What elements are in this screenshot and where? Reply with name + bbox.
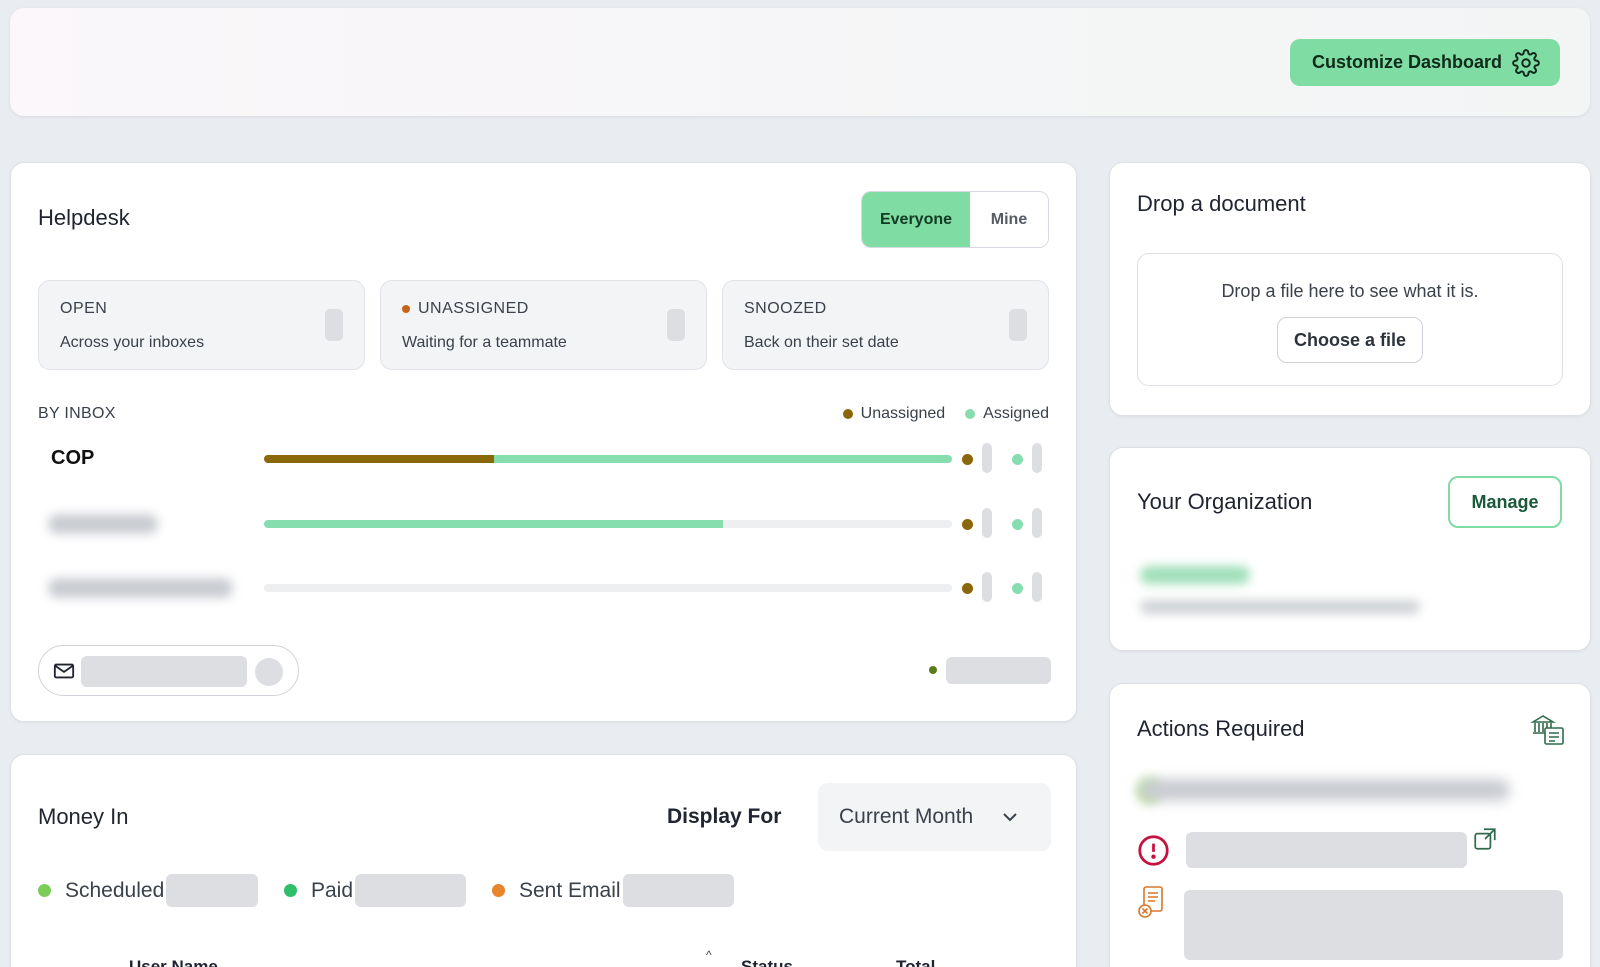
chip-text-redacted: [81, 656, 247, 687]
assigned-count: [1032, 443, 1042, 473]
customize-dashboard-button[interactable]: Customize Dashboard: [1289, 39, 1560, 86]
assigned-count: [1032, 508, 1042, 538]
inbox-row[interactable]: [38, 504, 1051, 544]
actions-required-title: Actions Required: [1137, 716, 1305, 741]
inbox-name: COP: [51, 447, 95, 469]
assigned-count: [1032, 572, 1042, 602]
inbox-bar-unassigned: [264, 455, 495, 463]
unassigned-count-dot: [962, 454, 973, 465]
organization-name-redacted: [1140, 566, 1250, 584]
paid-dot: [284, 884, 297, 897]
dashboard-header: Customize Dashboard: [10, 8, 1590, 116]
assigned-count-dot: [1012, 583, 1023, 594]
drop-document-title: Drop a document: [1137, 191, 1306, 216]
inbox-bar: [264, 455, 952, 463]
period-select-value: Current Month: [839, 805, 974, 828]
unassigned-count: [982, 508, 992, 538]
by-inbox-heading: BY INBOX: [38, 405, 116, 422]
organization-card: Your Organization Manage: [1109, 447, 1591, 651]
stat-open-sub: Across your inboxes: [60, 334, 205, 351]
unassigned-count-dot: [962, 519, 973, 530]
stat-snoozed-sub: Back on their set date: [744, 334, 899, 351]
toggle-mine[interactable]: Mine: [970, 192, 1048, 247]
money-in-title: Money In: [38, 804, 129, 829]
column-total[interactable]: Total: [896, 957, 935, 967]
footer-status-value: [946, 657, 1051, 684]
organization-details-redacted: [1140, 600, 1420, 614]
legend-assigned-label: Assigned: [983, 405, 1049, 422]
inbox-bar: [264, 584, 952, 592]
unassigned-count: [982, 443, 992, 473]
scheduled-dot: [38, 884, 51, 897]
stat-open[interactable]: OPEN Across your inboxes: [38, 280, 365, 370]
sort-caret-icon[interactable]: ^: [706, 948, 712, 962]
inbox-legend: Unassigned Assigned: [842, 405, 1049, 423]
scope-toggle: Everyone Mine: [861, 191, 1049, 248]
legend-assigned-dot: [965, 409, 976, 419]
legend-scheduled: Scheduled: [38, 874, 259, 907]
column-user-name[interactable]: User Name: [129, 957, 218, 967]
legend-sent-email: Sent Email: [492, 874, 734, 907]
open-external-icon[interactable]: [1472, 826, 1498, 852]
stat-snoozed-count: [1009, 309, 1027, 341]
inbox-bar-assigned: [264, 520, 723, 528]
customize-dashboard-label: Customize Dashboard: [1311, 52, 1502, 72]
legend-unassigned-dot: [842, 409, 853, 419]
stat-unassigned-count: [667, 309, 685, 341]
stat-snoozed-label: SNOOZED: [744, 300, 827, 317]
gear-icon: [1512, 48, 1540, 77]
alert-circle-icon: [1138, 835, 1169, 866]
helpdesk-title: Helpdesk: [38, 205, 130, 230]
actions-required-card: Actions Required: [1109, 683, 1591, 967]
assigned-count-dot: [1012, 519, 1023, 530]
inbox-row[interactable]: [38, 568, 1051, 608]
helpdesk-card: Helpdesk Everyone Mine OPEN Across your …: [10, 162, 1077, 722]
sent-email-label: Sent Email: [519, 878, 621, 902]
legend-paid: Paid: [284, 874, 467, 907]
toggle-everyone[interactable]: Everyone: [862, 192, 970, 247]
inbox-bar-assigned: [494, 455, 952, 463]
paid-value: [355, 874, 467, 907]
assigned-count-dot: [1012, 454, 1023, 465]
inbox-bar: [264, 520, 952, 528]
stat-open-count: [325, 309, 343, 341]
paid-label: Paid: [311, 878, 354, 902]
sent-email-value: [622, 874, 734, 907]
organization-title: Your Organization: [1137, 489, 1313, 514]
manage-button[interactable]: Manage: [1448, 476, 1562, 528]
unassigned-count-dot: [962, 583, 973, 594]
scheduled-value: [166, 874, 259, 907]
sent-email-dot: [492, 884, 505, 897]
inbox-name-redacted: [48, 578, 233, 598]
chip-badge: [255, 658, 283, 686]
stat-unassigned-sub: Waiting for a teammate: [402, 334, 567, 351]
mail-icon: [53, 663, 75, 679]
inbox-row[interactable]: COP: [38, 439, 1051, 479]
drop-hint: Drop a file here to see what it is.: [1221, 281, 1479, 301]
money-in-card: Money In Display For Current Month Sched…: [10, 754, 1077, 967]
legend-unassigned-label: Unassigned: [860, 405, 946, 422]
display-for-label: Display For: [667, 805, 782, 828]
unassigned-count: [982, 572, 992, 602]
action-item-text[interactable]: [1186, 832, 1467, 868]
scheduled-label: Scheduled: [65, 878, 165, 902]
choose-file-button[interactable]: Choose a file: [1277, 317, 1423, 363]
invoice-cancel-icon: [1138, 886, 1163, 918]
action-item-details[interactable]: [1184, 890, 1563, 960]
stat-open-label: OPEN: [60, 300, 108, 317]
stat-unassigned-label: UNASSIGNED: [418, 300, 529, 317]
inbox-name-redacted: [48, 514, 158, 534]
inbox-selector-chip[interactable]: [38, 645, 299, 696]
file-drop-zone[interactable]: Drop a file here to see what it is. Choo…: [1137, 253, 1563, 386]
drop-document-card: Drop a document Drop a file here to see …: [1109, 162, 1591, 416]
column-status[interactable]: Status: [741, 957, 793, 967]
period-select[interactable]: Current Month: [818, 783, 1051, 851]
chevron-down-icon: [1003, 813, 1017, 822]
stat-snoozed[interactable]: SNOOZED Back on their set date: [722, 280, 1049, 370]
action-item-text-redacted: [1140, 779, 1510, 801]
stat-unassigned[interactable]: UNASSIGNED Waiting for a teammate: [380, 280, 707, 370]
bank-transfer-icon[interactable]: [1530, 711, 1566, 747]
unassigned-dot: [402, 305, 410, 313]
footer-status-dot: [929, 666, 937, 674]
